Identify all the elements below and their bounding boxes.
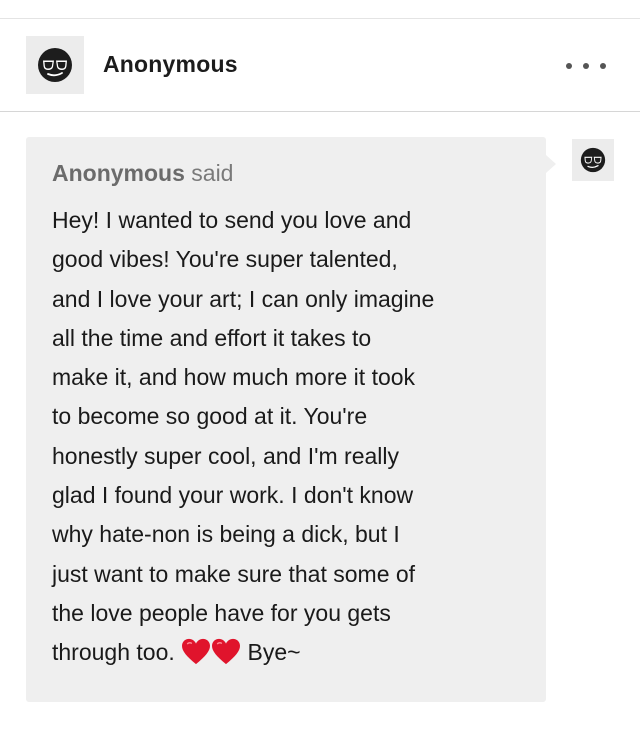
message-line: to become so good at it. You're xyxy=(52,403,368,430)
post-header: Anonymous xyxy=(0,19,640,112)
asker-name: Anonymous xyxy=(52,160,185,186)
message-line: the love people have for you gets xyxy=(52,599,391,626)
message-line: and I love your art; I can only imagine xyxy=(52,285,435,312)
said-label: said xyxy=(191,160,234,186)
message-line: honestly super cool, and I'm really xyxy=(52,442,400,469)
sunglasses-face-icon xyxy=(580,147,606,173)
message-line: why hate-non is being a dick, but I xyxy=(52,521,400,548)
ask-message: Hey! I wanted to send you love and good … xyxy=(52,201,520,673)
red-heart-icon xyxy=(182,639,211,665)
red-heart-icon xyxy=(212,639,241,665)
message-line: good vibes! You're super talented, xyxy=(52,246,398,273)
message-line: all the time and effort it takes to xyxy=(52,324,372,351)
ellipsis-dot xyxy=(600,63,606,69)
asker-line: Anonymous said xyxy=(52,159,520,187)
message-line: make it, and how much more it took xyxy=(52,364,416,391)
message-line-end: Bye~ xyxy=(247,639,301,666)
sunglasses-face-icon xyxy=(38,48,72,82)
message-line: Hey! I wanted to send you love and xyxy=(52,207,412,233)
ask-bubble: Anonymous said Hey! I wanted to send you… xyxy=(26,137,556,702)
message-line-start: through too. xyxy=(52,639,175,666)
ellipsis-dot xyxy=(583,63,589,69)
message-line-last: through too. Bye~ xyxy=(52,633,520,672)
blog-name[interactable]: Anonymous xyxy=(103,51,238,78)
message-line: glad I found your work. I don't know xyxy=(52,482,414,509)
header-avatar[interactable] xyxy=(26,36,84,94)
message-line: just want to make sure that some of xyxy=(52,560,416,587)
more-options-button[interactable] xyxy=(566,55,606,77)
asker-avatar[interactable] xyxy=(572,139,614,181)
ellipsis-icon xyxy=(566,63,572,69)
